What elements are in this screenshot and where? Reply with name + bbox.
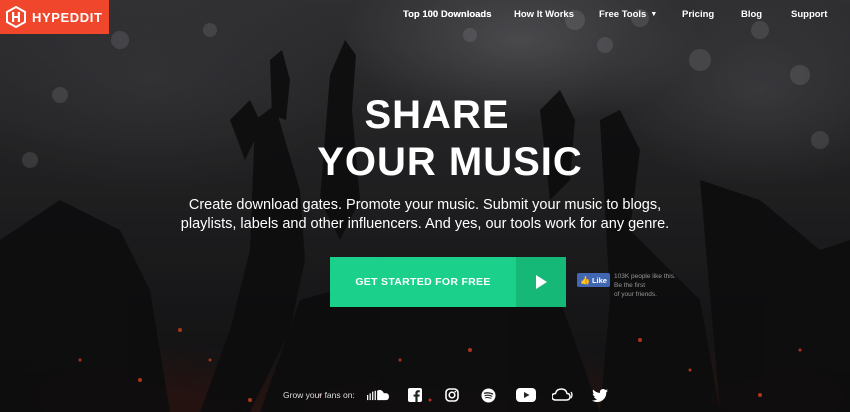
facebook-like-text-line1: 103K people like this. Be the first (613, 273, 676, 289)
hypeddit-logo-icon (6, 6, 26, 28)
hero-subtitle-line1: Create download gates. Promote your musi… (188, 197, 662, 213)
soundcloud-icon[interactable] (366, 386, 389, 404)
nav-free-tools-label: Free Tools (599, 9, 647, 20)
get-started-button[interactable]: GET STARTED FOR FREE (330, 257, 566, 307)
facebook-like-label: Like (591, 275, 607, 285)
twitter-icon[interactable] (589, 386, 611, 404)
hero-title-line2: YOUR MUSIC (317, 140, 583, 184)
hero-subtitle-line2: playlists, labels and other influencers.… (180, 216, 670, 232)
youtube-icon[interactable] (515, 386, 537, 404)
get-started-label: GET STARTED FOR FREE (330, 257, 516, 307)
facebook-like-button[interactable]: 👍 Like (577, 273, 610, 287)
facebook-icon[interactable] (404, 386, 426, 404)
grow-fans-label: Grow your fans on: (283, 390, 355, 400)
nav-blog[interactable]: Blog (741, 9, 762, 20)
play-arrow-icon (516, 257, 566, 307)
nav-support[interactable]: Support (791, 9, 827, 20)
instagram-icon[interactable] (441, 386, 463, 404)
hero-title-line1: SHARE (364, 93, 510, 137)
spotify-icon[interactable] (478, 386, 500, 404)
nav-how-it-works[interactable]: How It Works (514, 9, 574, 20)
brand-logo[interactable]: HYPEDDIT (0, 0, 109, 34)
nav-top-100-downloads[interactable]: Top 100 Downloads (403, 9, 492, 20)
thumbs-up-icon: 👍 (580, 275, 590, 285)
grow-fans-bar: Grow your fans on: (283, 385, 626, 405)
caret-down-icon: ▼ (650, 11, 658, 18)
nav-free-tools[interactable]: Free Tools ▼ (599, 9, 657, 20)
facebook-like-widget: 👍 Like 103K people like this. Be the fir… (577, 273, 682, 299)
nav-pricing[interactable]: Pricing (682, 9, 714, 20)
facebook-like-count: 103K people like this. Be the first of y… (614, 272, 682, 299)
brand-name: HYPEDDIT (32, 9, 103, 25)
mixcloud-icon[interactable] (551, 386, 574, 404)
facebook-like-text-line2: of your friends. (613, 291, 657, 298)
